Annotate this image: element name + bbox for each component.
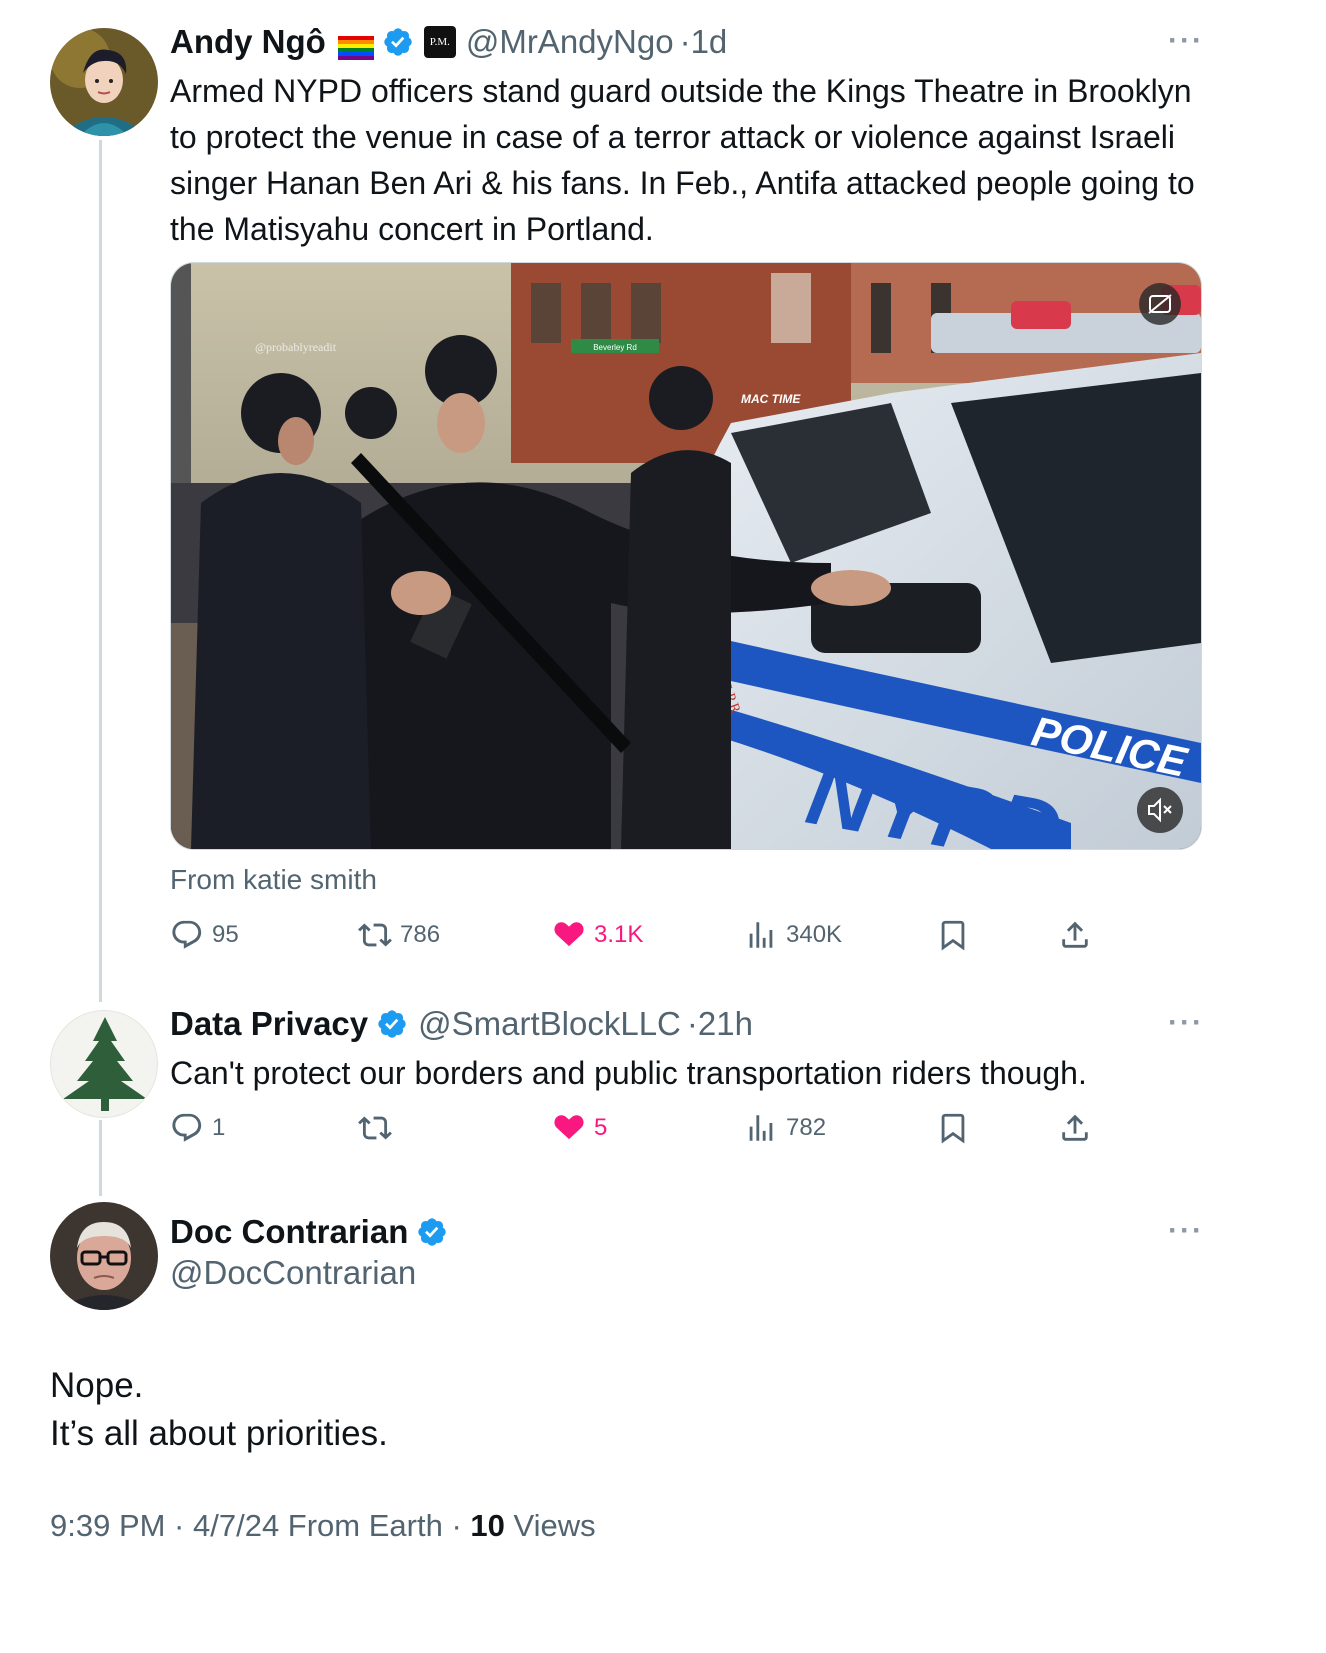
tweet-time[interactable]: 1d [691, 23, 728, 61]
captions-icon[interactable] [1139, 283, 1181, 325]
bookmark-icon [941, 920, 965, 951]
like-count: 5 [594, 1114, 608, 1141]
avatar-doc-contrarian[interactable] [50, 1202, 158, 1310]
thread-line [99, 1120, 102, 1196]
rainbow-flag-icon [337, 30, 374, 60]
share-icon [1062, 1114, 1088, 1141]
media-credit[interactable]: From katie smith [170, 864, 377, 896]
views-count: 782 [786, 1114, 827, 1141]
verified-icon [378, 1010, 406, 1038]
storefront-sign: MAC TIME [741, 392, 801, 406]
reply-icon [172, 1113, 202, 1142]
repost-count: 786 [400, 921, 441, 948]
author-name[interactable]: Andy Ngô [170, 23, 326, 61]
bookmark-icon [941, 1113, 965, 1144]
reply-count: 95 [212, 921, 239, 948]
pine-tree-icon [63, 1017, 147, 1111]
views-icon [749, 922, 773, 948]
tweet-text-line: Nope. [50, 1366, 144, 1405]
repost-icon [358, 1116, 392, 1140]
like-count: 3.1K [594, 921, 644, 948]
mute-icon[interactable] [1137, 787, 1183, 833]
tweet1-header: Andy Ngô P.M. @MrAndyNgo · 1d [170, 20, 727, 64]
video-watermark: @probablyreadit [255, 340, 337, 354]
view-count: 10 [470, 1508, 505, 1543]
tweet-footer: 9:39 PM · 4/7/24 From Earth · 10 Views [50, 1508, 596, 1544]
bookmark-button[interactable] [936, 1103, 970, 1153]
views-icon [749, 1115, 773, 1141]
tweet-text: Armed NYPD officers stand guard outside … [170, 73, 1195, 247]
author-handle[interactable]: @MrAndyNgo [466, 23, 674, 61]
bookmark-button[interactable] [936, 910, 970, 960]
tweet-video[interactable]: Beverley Rd @probablyreadit MAC TIME NYP… [170, 262, 1202, 850]
author-name[interactable]: Data Privacy [170, 1005, 368, 1043]
tweet1-actions: 95 786 3.1K 340K [170, 910, 1210, 960]
more-icon[interactable]: ··· [1168, 24, 1204, 58]
reply-button[interactable]: 95 [170, 910, 239, 960]
like-icon [554, 1115, 584, 1140]
tweet3-body: Nope. It’s all about priorities. [50, 1362, 388, 1458]
tweet3-header: Doc Contrarian [170, 1210, 452, 1254]
tweet2-actions: 1 5 782 [170, 1103, 1210, 1153]
avatar-andy-ngo[interactable] [50, 28, 158, 136]
more-icon[interactable]: ··· [1168, 1006, 1204, 1040]
share-button[interactable] [1058, 910, 1092, 960]
more-icon[interactable]: ··· [1168, 1214, 1204, 1248]
reply-icon [172, 920, 202, 949]
views-count: 340K [786, 921, 843, 948]
like-button[interactable]: 3.1K [552, 910, 643, 960]
tweet2-header: Data Privacy @SmartBlockLLC · 21h [170, 1002, 753, 1046]
separator-dot: · [686, 1005, 698, 1042]
views-label: Views [504, 1508, 596, 1543]
tweet-text-line: It’s all about priorities. [50, 1414, 388, 1453]
share-icon [1062, 921, 1088, 948]
avatar-data-privacy[interactable] [50, 1010, 158, 1118]
verified-icon [384, 28, 412, 56]
tweet-text: Can't protect our borders and public tra… [170, 1055, 1087, 1091]
street-sign: Beverley Rd [593, 343, 637, 352]
repost-button[interactable] [358, 1103, 400, 1153]
like-icon [554, 922, 584, 947]
thread-line [99, 140, 102, 1002]
tweet-time[interactable]: 21h [698, 1005, 753, 1043]
views-button[interactable]: 340K [744, 910, 842, 960]
verified-icon [418, 1218, 447, 1246]
reply-count: 1 [212, 1114, 226, 1141]
author-handle[interactable]: @SmartBlockLLC [418, 1005, 681, 1043]
author-handle[interactable]: @DocContrarian [170, 1254, 416, 1292]
share-button[interactable] [1058, 1103, 1092, 1153]
repost-button[interactable]: 786 [358, 910, 440, 960]
like-button[interactable]: 5 [552, 1103, 607, 1153]
views-button[interactable]: 782 [744, 1103, 826, 1153]
video-frame: Beverley Rd @probablyreadit MAC TIME NYP… [171, 263, 1201, 849]
reply-button[interactable]: 1 [170, 1103, 225, 1153]
affiliation-badge: P.M. [423, 26, 456, 58]
separator-dot: · [679, 23, 691, 60]
repost-icon [358, 923, 392, 947]
author-name[interactable]: Doc Contrarian [170, 1213, 408, 1251]
timestamp[interactable]: 9:39 PM · 4/7/24 From Earth · [50, 1508, 470, 1543]
